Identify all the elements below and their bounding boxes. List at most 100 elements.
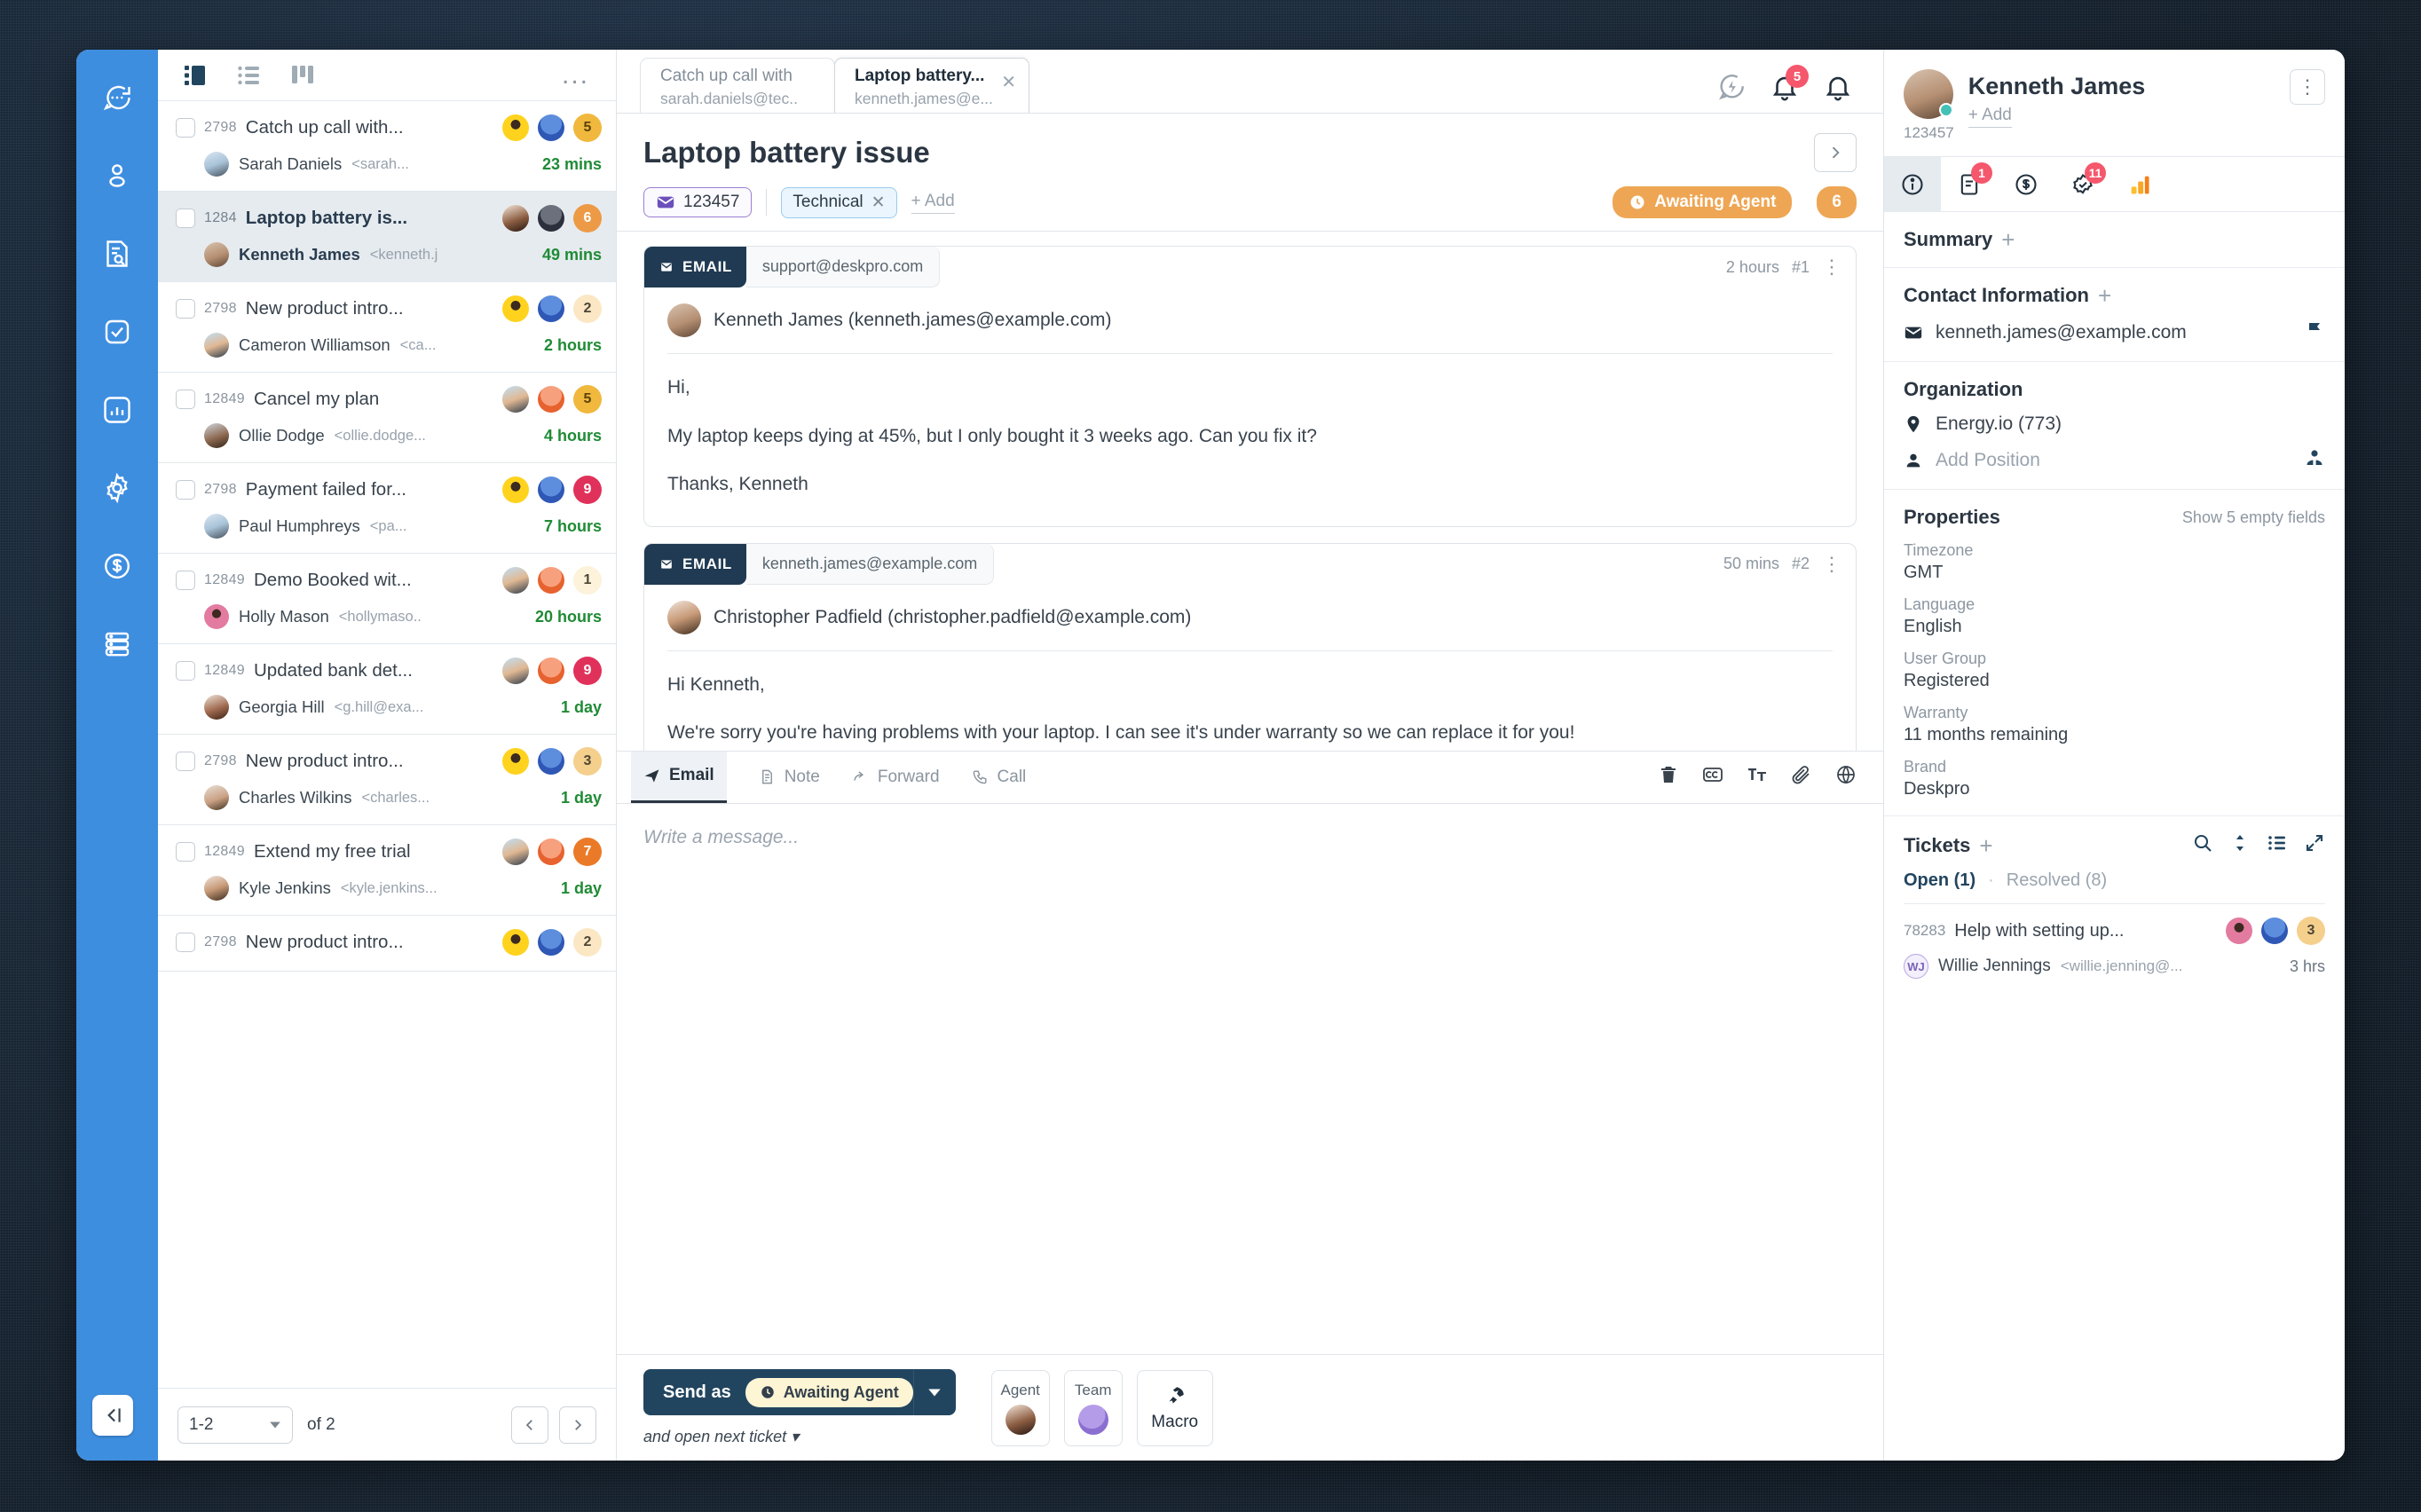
ticket-checkbox[interactable] xyxy=(176,571,195,590)
kanban-view-icon[interactable] xyxy=(291,63,321,88)
sidebar-item-knowledge[interactable] xyxy=(92,229,142,279)
macro-button[interactable]: Macro xyxy=(1137,1370,1213,1446)
tab-billing[interactable] xyxy=(1998,157,2054,212)
tickets-open-tab[interactable]: Open (1) xyxy=(1904,870,1975,891)
ticket-checkbox[interactable] xyxy=(176,752,195,771)
quick-actions-icon[interactable] xyxy=(1716,72,1747,102)
tickets-resolved-tab[interactable]: Resolved (8) xyxy=(2007,870,2107,891)
ticket-list-more-button[interactable]: ... xyxy=(562,71,589,80)
remove-tag-icon[interactable]: ✕ xyxy=(871,193,886,213)
sidebar-item-crm[interactable] xyxy=(92,619,142,669)
message-more-menu[interactable]: ⋮ xyxy=(1822,553,1841,576)
trash-icon[interactable] xyxy=(1658,764,1679,790)
ticket-list-item[interactable]: 2798Payment failed for...9Paul Humphreys… xyxy=(158,463,616,554)
ticket-checkbox[interactable] xyxy=(176,390,195,409)
notifications-icon[interactable]: 5 xyxy=(1770,72,1800,102)
ticket-list-item[interactable]: 12849Demo Booked wit...1Holly Mason<holl… xyxy=(158,554,616,644)
tab-notes[interactable]: 1 xyxy=(1941,157,1998,212)
tab-tasks[interactable]: 11 xyxy=(2054,157,2111,212)
ticket-tag-chip[interactable]: Technical ✕ xyxy=(781,187,896,218)
property-item[interactable]: LanguageEnglish xyxy=(1904,595,2325,637)
add-summary-icon[interactable]: + xyxy=(2001,228,2015,251)
property-item[interactable]: Warranty11 months remaining xyxy=(1904,704,2325,745)
sidebar-item-people[interactable] xyxy=(92,151,142,201)
ticket-list-item[interactable]: 12849Extend my free trial7Kyle Jenkins<k… xyxy=(158,825,616,916)
sidebar-item-chat[interactable] xyxy=(92,73,142,122)
ticket-checkbox[interactable] xyxy=(176,118,195,138)
sidebar-item-reports[interactable] xyxy=(92,385,142,435)
reply-tab-forward[interactable]: Forward xyxy=(852,752,940,803)
add-tag-button[interactable]: + Add xyxy=(911,192,955,214)
prev-page-button[interactable] xyxy=(511,1406,548,1444)
ticket-list[interactable]: 2798Catch up call with...5Sarah Daniels<… xyxy=(158,101,616,1388)
add-contact-icon[interactable]: + xyxy=(2098,284,2111,307)
translate-icon[interactable] xyxy=(1835,764,1857,790)
ticket-checkbox[interactable] xyxy=(176,933,195,952)
show-empty-fields-button[interactable]: Show 5 empty fields xyxy=(2182,508,2325,527)
manager-icon[interactable] xyxy=(2304,447,2325,473)
flag-icon[interactable] xyxy=(2304,319,2325,345)
user-more-menu-button[interactable]: ⋮ xyxy=(2290,69,2325,105)
reply-tab-note[interactable]: Note xyxy=(759,752,820,803)
ticket-person-name: Sarah Daniels xyxy=(239,154,342,174)
cc-icon[interactable] xyxy=(1702,764,1723,790)
contact-email-row[interactable]: kenneth.james@example.com xyxy=(1904,319,2325,345)
attachment-icon[interactable] xyxy=(1791,764,1812,790)
tab-laptop-battery[interactable]: Laptop battery... kenneth.james@e... ✕ xyxy=(834,58,1029,113)
close-icon[interactable]: ✕ xyxy=(1001,71,1016,93)
ticket-list-item[interactable]: 2798Catch up call with...5Sarah Daniels<… xyxy=(158,101,616,192)
message-more-menu[interactable]: ⋮ xyxy=(1822,256,1841,279)
property-item[interactable]: TimezoneGMT xyxy=(1904,541,2325,583)
sidebar-item-settings[interactable] xyxy=(92,463,142,513)
assign-agent-button[interactable]: Agent xyxy=(991,1370,1050,1446)
card-view-icon[interactable] xyxy=(185,63,215,88)
property-item[interactable]: BrandDeskpro xyxy=(1904,758,2325,799)
ticket-checkbox[interactable] xyxy=(176,661,195,681)
add-ticket-icon[interactable]: + xyxy=(1979,834,1992,857)
property-item[interactable]: User GroupRegistered xyxy=(1904,650,2325,691)
reply-tab-call[interactable]: Call xyxy=(972,752,1027,803)
sidebar-item-tasks[interactable] xyxy=(92,307,142,357)
add-user-field-button[interactable]: + Add xyxy=(1968,106,2012,128)
ticket-checkbox[interactable] xyxy=(176,480,195,500)
tab-catch-up-call[interactable]: Catch up call with sarah.daniels@tec.. xyxy=(640,58,835,113)
ticket-ref-chip[interactable]: 123457 xyxy=(643,187,752,217)
tab-analytics[interactable] xyxy=(2111,157,2168,212)
ticket-list-item[interactable]: 2798New product intro...2Cameron William… xyxy=(158,282,616,373)
organization-position-row[interactable]: Add Position xyxy=(1904,447,2325,473)
open-next-ticket-toggle[interactable]: and open next ticket ▾ xyxy=(643,1428,956,1446)
organization-row[interactable]: Energy.io (773) xyxy=(1904,413,2325,435)
collapse-sidebar-button[interactable] xyxy=(92,1395,133,1436)
status-badge[interactable]: Awaiting Agent xyxy=(1613,186,1792,218)
sort-icon[interactable] xyxy=(2229,832,2251,858)
page-range-select[interactable]: 1-2 xyxy=(177,1406,293,1444)
chevron-down-icon[interactable] xyxy=(913,1369,956,1415)
ticket-list-item[interactable]: 2798New product intro...3Charles Wilkins… xyxy=(158,735,616,825)
ticket-list-item[interactable]: 1284Laptop battery is...6Kenneth James<k… xyxy=(158,192,616,282)
property-key: Timezone xyxy=(1904,541,2325,560)
ticket-list-item[interactable]: 2798New product intro...2 xyxy=(158,916,616,972)
ticket-list-item[interactable]: 12849Updated bank det...9Georgia Hill<g.… xyxy=(158,644,616,735)
text-size-icon[interactable] xyxy=(1747,764,1768,790)
expand-icon[interactable] xyxy=(2304,832,2325,858)
list-view-icon[interactable] xyxy=(238,63,268,88)
reply-tab-label: Call xyxy=(998,768,1027,787)
ticket-checkbox[interactable] xyxy=(176,209,195,228)
reply-tab-email[interactable]: Email xyxy=(631,752,727,803)
tab-info[interactable] xyxy=(1884,157,1941,212)
search-icon[interactable] xyxy=(2192,832,2213,858)
message-composer[interactable]: Write a message... xyxy=(617,804,1883,1355)
related-ticket-time: 3 hrs xyxy=(2290,957,2325,976)
sidebar-item-billing[interactable] xyxy=(92,541,142,591)
ticket-list-item[interactable]: 12849Cancel my plan5Ollie Dodge<ollie.do… xyxy=(158,373,616,463)
ticket-checkbox[interactable] xyxy=(176,299,195,319)
next-page-button[interactable] xyxy=(559,1406,596,1444)
send-button[interactable]: Send as Awaiting Agent xyxy=(643,1369,956,1415)
assign-team-button[interactable]: Team xyxy=(1064,1370,1123,1446)
send-status-pill[interactable]: Awaiting Agent xyxy=(745,1378,913,1407)
alerts-icon[interactable] xyxy=(1823,72,1853,102)
next-ticket-button[interactable] xyxy=(1814,133,1857,172)
ticket-checkbox[interactable] xyxy=(176,842,195,862)
related-ticket-item[interactable]: 78283Help with setting up...3WJWillie Je… xyxy=(1904,903,2325,979)
list-icon[interactable] xyxy=(2267,832,2288,858)
